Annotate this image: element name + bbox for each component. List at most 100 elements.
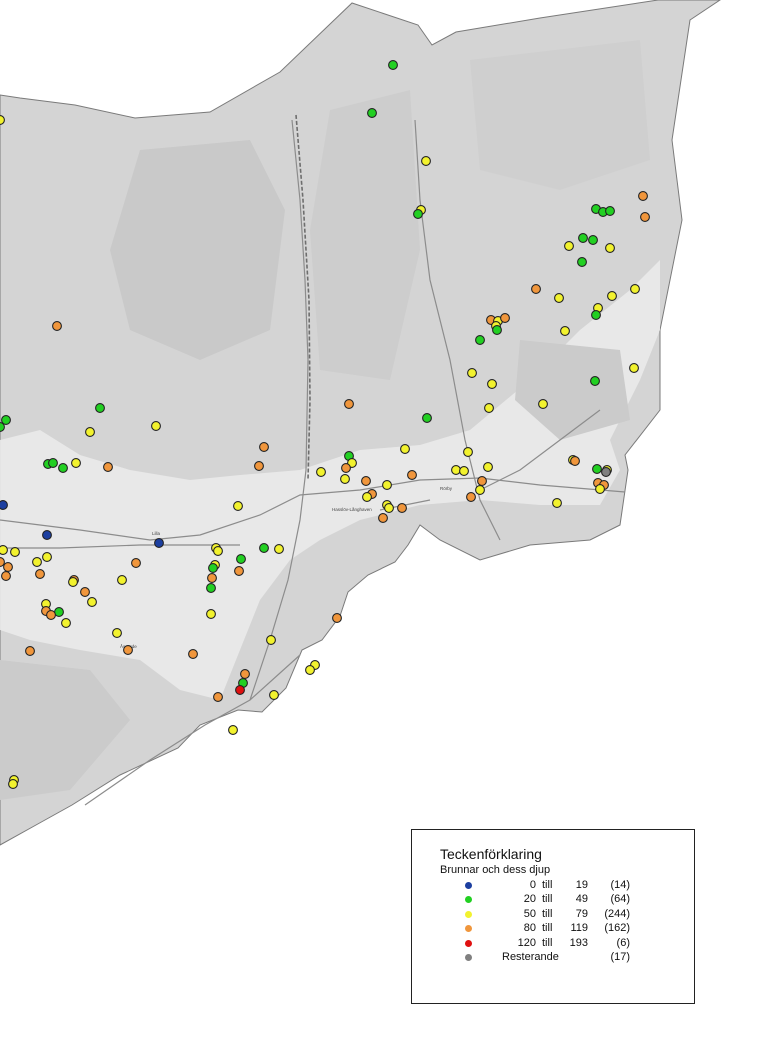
well-marker (316, 467, 326, 477)
well-marker (422, 413, 432, 423)
legend-count: (162) (604, 922, 630, 935)
well-marker (87, 597, 97, 607)
well-marker (103, 462, 113, 472)
well-marker (332, 613, 342, 623)
well-marker (117, 575, 127, 585)
well-marker (10, 547, 20, 557)
well-marker (8, 779, 18, 789)
legend-min-value: 80 (523, 922, 536, 935)
well-marker (407, 470, 417, 480)
legend-till-word: till (542, 936, 553, 949)
well-marker (340, 474, 350, 484)
well-marker (95, 403, 105, 413)
well-marker (560, 326, 570, 336)
well-marker (630, 284, 640, 294)
legend-till-word: till (542, 922, 553, 935)
well-marker (3, 562, 13, 572)
legend-row-depth-class: 80 till 119 (162) (440, 922, 680, 936)
well-marker (269, 690, 279, 700)
well-marker (564, 241, 574, 251)
well-marker (235, 685, 245, 695)
well-marker (154, 538, 164, 548)
well-marker (254, 461, 264, 471)
legend-row-rest: Resterande (17) (440, 951, 680, 965)
map-legend: Teckenförklaring Brunnar och dess djup 0… (411, 829, 695, 1004)
well-marker (382, 480, 392, 490)
legend-count: (6) (616, 936, 630, 949)
well-marker (206, 583, 216, 593)
legend-min-value: 120 (517, 936, 536, 949)
well-marker (32, 557, 42, 567)
legend-till-word: till (542, 893, 553, 906)
well-marker (595, 484, 605, 494)
well-marker (605, 206, 615, 216)
legend-max-value: 119 (570, 922, 588, 935)
well-marker (367, 108, 377, 118)
place-label: Lilla (152, 531, 161, 536)
legend-dot-yellow (465, 910, 472, 918)
legend-rest-label: Resterande (502, 950, 559, 963)
well-marker (188, 649, 198, 659)
well-marker (605, 243, 615, 253)
well-marker (484, 403, 494, 413)
legend-dot-green (465, 896, 472, 904)
well-marker (213, 546, 223, 556)
well-marker (233, 501, 243, 511)
well-marker (483, 462, 493, 472)
place-label: Hasslöv-Långhaven (332, 506, 372, 512)
legend-min-value: 20 (523, 893, 536, 906)
well-marker (466, 492, 476, 502)
well-marker (421, 156, 431, 166)
well-marker (0, 545, 8, 555)
well-marker (71, 458, 81, 468)
well-marker (85, 427, 95, 437)
well-marker (259, 442, 269, 452)
well-marker (80, 587, 90, 597)
well-marker (475, 485, 485, 495)
well-marker (638, 191, 648, 201)
well-marker (577, 257, 587, 267)
legend-count: (244) (604, 907, 630, 920)
well-marker (0, 115, 5, 125)
legend-dot-grey (465, 953, 472, 961)
well-marker (531, 284, 541, 294)
well-marker (591, 310, 601, 320)
well-marker (131, 558, 141, 568)
well-marker (629, 363, 639, 373)
well-marker (388, 60, 398, 70)
forest-patch (470, 40, 650, 190)
well-marker (451, 465, 461, 475)
legend-dot-blue (465, 882, 472, 889)
legend-max-value: 193 (569, 936, 588, 949)
well-marker (68, 577, 78, 587)
well-marker (42, 530, 52, 540)
well-marker (274, 544, 284, 554)
place-label: Rörby (440, 486, 453, 491)
well-marker (0, 422, 5, 432)
well-marker (492, 325, 502, 335)
well-marker (206, 609, 216, 619)
well-marker (554, 293, 564, 303)
well-marker (463, 447, 473, 457)
well-marker (477, 476, 487, 486)
well-marker (46, 610, 56, 620)
well-marker (500, 313, 510, 323)
well-marker (362, 492, 372, 502)
legend-min-value: 0 (529, 879, 536, 891)
well-marker (640, 212, 650, 222)
well-marker (240, 669, 250, 679)
well-marker (123, 645, 133, 655)
well-marker (228, 725, 238, 735)
well-marker (208, 563, 218, 573)
well-marker (1, 571, 11, 581)
legend-count: (17) (610, 950, 630, 963)
well-marker (305, 665, 315, 675)
well-marker (344, 399, 354, 409)
legend-till-word: till (542, 907, 553, 920)
well-marker (578, 233, 588, 243)
well-marker (259, 543, 269, 553)
well-marker (341, 463, 351, 473)
well-marker (384, 503, 394, 513)
well-marker (0, 500, 8, 510)
well-marker (361, 476, 371, 486)
